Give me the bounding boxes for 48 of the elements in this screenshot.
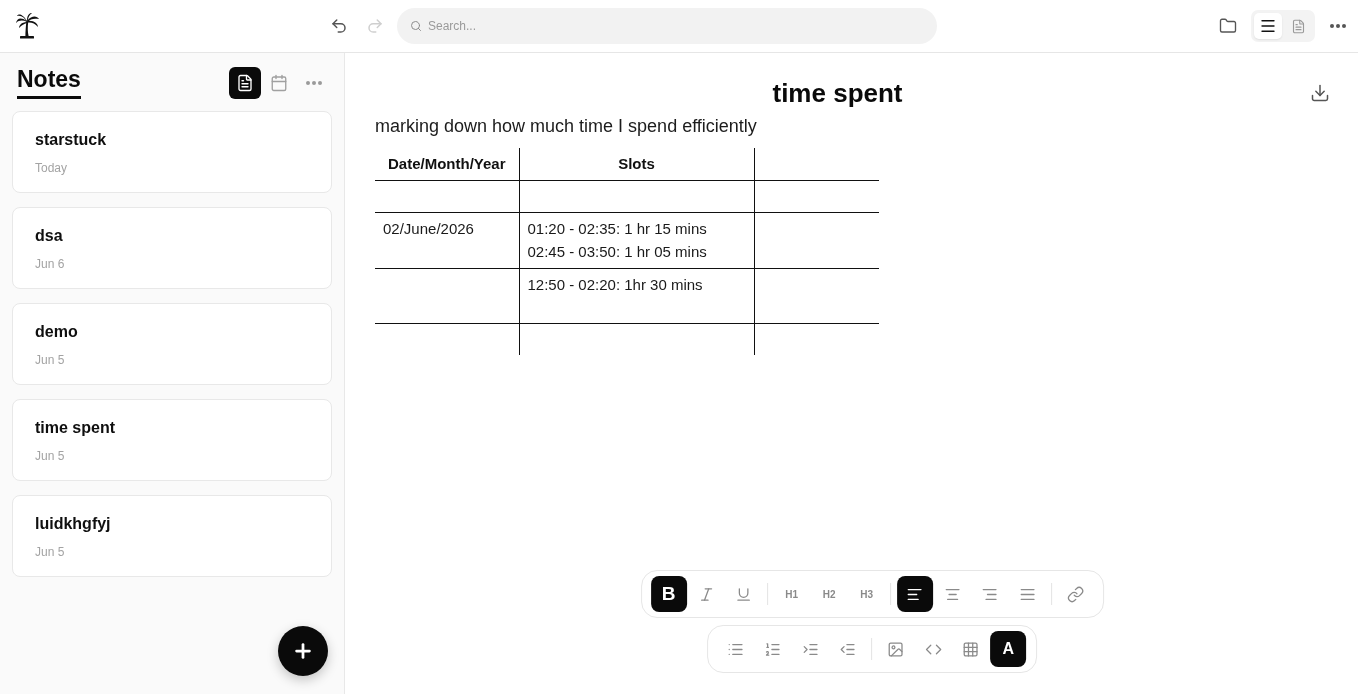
note-title: starstuck — [35, 130, 107, 150]
list-view-button[interactable] — [1254, 13, 1282, 39]
note-date: Today — [35, 161, 68, 175]
note-date: Jun 6 — [35, 257, 65, 271]
note-text: marking down how much time I spend efficiently — [375, 115, 757, 137]
redo-icon — [366, 17, 384, 35]
list-icon — [1259, 17, 1277, 35]
note-card[interactable]: time spent Jun 5 — [12, 399, 332, 481]
palm-tree-icon — [16, 13, 39, 39]
more-icon — [1330, 24, 1346, 28]
folder-icon — [1219, 17, 1237, 35]
sidebar-title: Notes — [17, 66, 81, 99]
note-card[interactable]: demo Jun 5 — [12, 303, 332, 385]
column-header: Slots — [519, 148, 754, 180]
note-card[interactable]: dsa Jun 6 — [12, 207, 332, 289]
note-title: demo — [35, 322, 78, 342]
note-card[interactable]: luidkhgfyj Jun 5 — [12, 495, 332, 577]
note-date: Jun 5 — [35, 353, 65, 367]
numbered-list-icon — [764, 640, 782, 658]
table-cell: 12:50 - 02:20: 1hr 30 mins — [519, 268, 754, 323]
text-color-button[interactable]: A — [990, 631, 1027, 667]
document-icon — [236, 73, 254, 92]
note-title: dsa — [35, 226, 63, 246]
search-field[interactable]: Search... — [397, 8, 937, 44]
grid-icon — [962, 640, 980, 658]
column-header: Date/Month/Year — [375, 148, 519, 180]
plus-icon — [292, 640, 314, 662]
calendar-icon — [270, 73, 288, 92]
link-icon — [1066, 585, 1084, 603]
note-heading: time spent — [772, 77, 903, 109]
more-icon — [306, 80, 322, 85]
align-left-button[interactable] — [896, 576, 933, 612]
document-icon — [1290, 18, 1306, 34]
undo-icon — [330, 17, 348, 35]
note-title: luidkhgfyj — [35, 514, 111, 534]
bold-button[interactable]: B — [650, 576, 687, 612]
table-cell: 02/June/2026 — [375, 212, 519, 268]
underline-icon — [735, 585, 753, 603]
note-date: Jun 5 — [35, 545, 65, 559]
add-note-button[interactable] — [278, 626, 328, 676]
table-cell: 01:20 - 02:35: 1 hr 15 mins 02:45 - 03:50: 1 hr 05 mins — [519, 212, 754, 268]
download-icon — [1310, 83, 1330, 103]
note-title: time spent — [35, 418, 115, 438]
note-card[interactable]: starstuck Today — [12, 111, 332, 193]
image-icon — [887, 640, 905, 658]
notes-view-button[interactable] — [229, 66, 261, 99]
note-date: Jun 5 — [35, 449, 65, 463]
search-icon — [410, 20, 422, 32]
